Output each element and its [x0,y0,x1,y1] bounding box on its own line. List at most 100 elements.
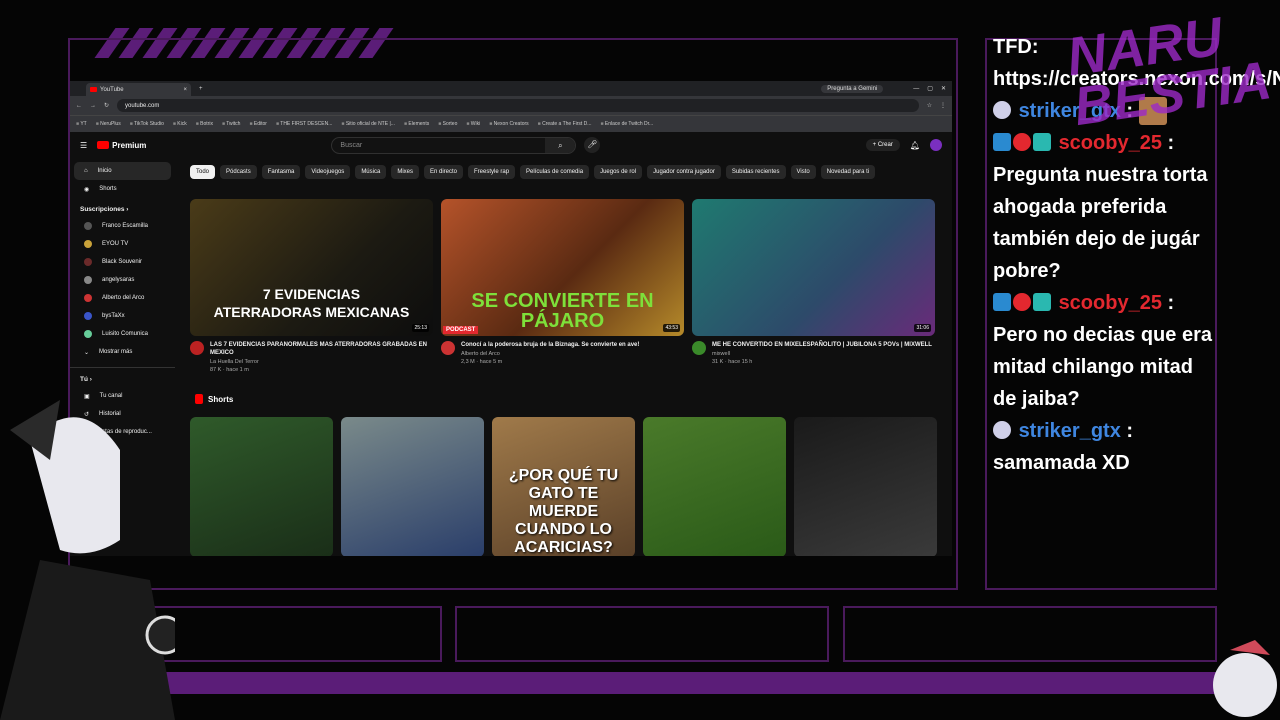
video-title[interactable]: Conocí a la poderosa bruja de la Biznaga… [461,341,639,349]
short-card[interactable]: ¿POR QUÉ TU GATO TE MUERDE CUANDO LO ACA… [492,417,635,556]
chip[interactable]: Videojuegos [305,165,351,179]
chat-username[interactable]: scooby_25 [1059,132,1162,154]
chip[interactable]: Música [355,165,387,179]
you-title[interactable]: Tú › [70,367,175,387]
sidebar-sub[interactable]: Franco Escamilla [74,217,171,235]
bookmark[interactable]: THE FIRST DESCEN... [276,121,332,127]
minimize-icon[interactable]: — [913,86,919,92]
close-icon[interactable]: × [183,87,187,93]
video-card[interactable]: PODCAST SE CONVIERTE EN PÁJARO 43:53 Con… [441,199,684,373]
bookmark[interactable]: Sitio oficial de NTE |... [341,121,395,127]
address-input[interactable]: youtube.com [117,99,919,112]
sub-label: Luisito Comunica [102,331,149,337]
chip[interactable]: Jugador contra jugador [647,165,721,179]
channel-avatar[interactable] [441,341,455,355]
sidebar-sub[interactable]: EYOU TV [74,235,171,253]
play-icon [97,141,110,149]
video-thumbnail[interactable]: 31:06 [692,199,935,336]
sidebar-item-inicio[interactable]: ⌂ Inicio [74,162,171,180]
video-channel[interactable]: Alberto del Arco [461,351,639,357]
sub-badge-icon [1033,133,1051,151]
bookmark[interactable]: Sorteo [438,121,458,127]
create-button[interactable]: + Crear [865,139,900,151]
subscriptions-title[interactable]: Suscripciones › [70,198,175,217]
subs-title-text: Suscripciones [80,206,125,213]
video-thumbnail[interactable]: 7 EVIDENCIAS ATERRADORAS MEXICANAS 25:13 [190,199,433,336]
tab-youtube[interactable]: YouTube × [86,83,191,96]
short-card[interactable] [190,417,333,556]
bookmark[interactable]: NeruPlus [96,121,121,127]
chip[interactable]: Visto [790,165,816,179]
maximize-icon[interactable]: ▢ [927,85,933,92]
vtuber-avatar [0,400,175,720]
bookmark[interactable]: YT [76,121,86,127]
extensions-icon[interactable]: ⋮ [940,102,946,109]
reload-icon[interactable]: ↻ [104,102,109,109]
video-card[interactable]: 31:06 ME HE CONVERTIDO EN MIXELESPAÑOLIT… [692,199,935,373]
forward-icon[interactable]: → [90,103,96,109]
show-more[interactable]: ⌄ Mostrar más [74,343,171,361]
search-icon[interactable]: ⌕ [545,137,576,153]
bookmark[interactable]: Botrix [196,121,213,127]
video-stats: 2,3 M · hace 5 m [461,359,503,365]
chip[interactable]: Freestyle rap [468,165,516,179]
menu-icon[interactable]: ☰ [80,141,87,150]
search-input[interactable]: Buscar ⌕ [331,136,577,154]
chip[interactable]: Pódcasts [220,165,257,179]
chip[interactable]: Juegos de rol [594,165,643,179]
bookmark[interactable]: Enlace de Twitch Dr... [600,121,653,127]
bell-icon[interactable]: 🔔︎ [910,141,920,150]
bookmark[interactable]: Editor [249,121,267,127]
sidebar-label: Inicio [97,168,112,174]
sidebar-sub[interactable]: Luisito Comunica [74,325,171,343]
channel-avatar[interactable] [190,341,204,355]
sidebar-sub[interactable]: angelysaras [74,271,171,289]
chip[interactable]: Fantasma [261,165,301,179]
gemini-button[interactable]: Pregunta a Gemini [821,84,884,93]
video-thumbnail[interactable]: PODCAST SE CONVIERTE EN PÁJARO 43:53 [441,199,684,336]
video-channel[interactable]: mixwell [712,351,932,357]
bookmark-star-icon[interactable]: ☆ [927,102,932,109]
video-channel[interactable]: La Huella Del Terror [210,359,433,365]
chip[interactable]: En directo [424,165,464,179]
short-card[interactable] [341,417,484,556]
chat-line: scooby_25 : Pero no decias que era mitad… [993,287,1218,415]
short-card[interactable] [794,417,937,556]
bookmark[interactable]: Twitch [222,121,240,127]
bookmark[interactable]: Kick [173,121,186,127]
chat-line: striker_gtx : samamada XD [993,415,1218,479]
bookmark[interactable]: Nexon Creators [489,121,529,127]
chat-username[interactable]: scooby_25 [1059,292,1162,314]
chip[interactable]: Novedad para ti [820,165,876,179]
bookmark[interactable]: Create a The First D... [538,121,591,127]
chip[interactable]: Subidas recientes [725,165,786,179]
chip[interactable]: Todo [190,165,216,179]
bookmark[interactable]: Wiki [466,121,480,127]
back-icon[interactable]: ← [76,103,82,109]
panel-3 [843,606,1217,662]
avatar[interactable] [930,139,942,151]
chat-username[interactable]: striker_gtx [1019,420,1121,442]
close-window-icon[interactable]: ✕ [941,85,946,92]
sidebar-sub[interactable]: bysTaXx [74,307,171,325]
channel-avatar[interactable] [692,341,706,355]
new-tab-icon[interactable]: + [199,86,203,92]
video-title[interactable]: LAS 7 EVIDENCIAS PARANORMALES MAS ATERRA… [210,341,433,357]
sidebar-sub[interactable]: Alberto del Arco [74,289,171,307]
badge-icon [1013,293,1031,311]
youtube-logo[interactable]: Premium [97,141,146,150]
channel-icon: ▣ [84,393,90,400]
sidebar-item-shorts[interactable]: ◉ Shorts [74,180,171,198]
mic-icon[interactable]: 🎤︎ [584,137,601,153]
sidebar-sub[interactable]: Black Souvenir [74,253,171,271]
search-placeholder: Buscar [340,141,363,149]
video-title[interactable]: ME HE CONVERTIDO EN MIXELESPAÑOLITO | JU… [712,341,932,349]
video-card[interactable]: 7 EVIDENCIAS ATERRADORAS MEXICANAS 25:13… [190,199,433,373]
short-card[interactable] [643,417,786,556]
chip[interactable]: Películas de comedia [520,165,590,179]
bookmark[interactable]: Elements [404,121,429,127]
bookmark[interactable]: TikTok Studio [130,121,164,127]
create-label: Crear [877,142,893,148]
chip[interactable]: Mixes [391,165,419,179]
you-title-text: Tú [80,376,88,383]
